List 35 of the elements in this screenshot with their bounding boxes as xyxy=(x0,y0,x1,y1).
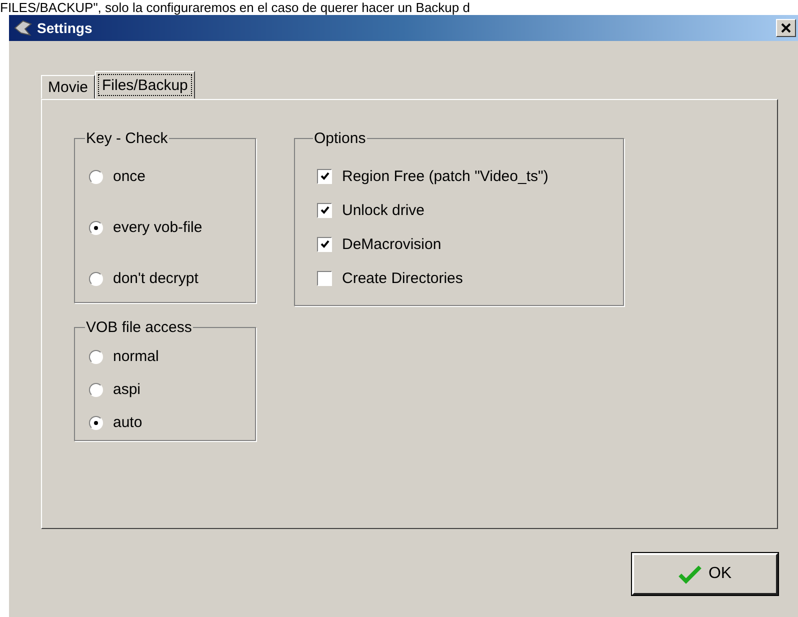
radio-button[interactable] xyxy=(89,220,103,234)
checkbox-label: Create Directories xyxy=(342,270,463,286)
radio-label: once xyxy=(113,168,146,185)
checkmark-icon xyxy=(678,564,702,584)
caption-text: FILES/BACKUP", solo la configuraremos en el caso de querer hacer un Backup d xyxy=(0,0,471,15)
checkbox-label: DeMacrovision xyxy=(342,236,442,252)
tab[interactable]: Files/Backup xyxy=(95,71,195,99)
radio-label: every vob-file xyxy=(113,219,202,236)
checkmark-icon xyxy=(320,239,330,249)
tab[interactable]: Movie xyxy=(41,75,96,99)
window-title: Settings xyxy=(37,20,94,36)
close-button[interactable] xyxy=(776,19,796,37)
radio-button[interactable] xyxy=(89,170,103,184)
ok-button[interactable]: OK xyxy=(632,553,778,595)
radio-label: normal xyxy=(113,348,159,365)
radio-button[interactable] xyxy=(89,272,103,286)
checkbox-label: Region Free (patch "Video_ts") xyxy=(342,168,548,184)
app-icon xyxy=(13,18,33,38)
checkmark-icon xyxy=(320,171,330,181)
radio-label: auto xyxy=(113,414,142,431)
checkmark-icon xyxy=(320,205,330,215)
group-title: Options xyxy=(313,130,367,147)
group-title: VOB file access xyxy=(85,319,193,336)
radio-label: don't decrypt xyxy=(113,270,198,287)
group-title: Key - Check xyxy=(85,130,169,147)
radio-button[interactable] xyxy=(89,350,103,364)
close-icon xyxy=(781,23,791,33)
radio-label: aspi xyxy=(113,381,141,398)
checkbox[interactable] xyxy=(317,236,332,252)
radio-button[interactable] xyxy=(89,382,103,396)
radio-button[interactable] xyxy=(89,416,103,430)
checkbox[interactable] xyxy=(317,202,332,218)
checkbox[interactable] xyxy=(317,270,332,286)
checkbox-label: Unlock drive xyxy=(342,202,425,218)
checkbox[interactable] xyxy=(317,168,332,184)
